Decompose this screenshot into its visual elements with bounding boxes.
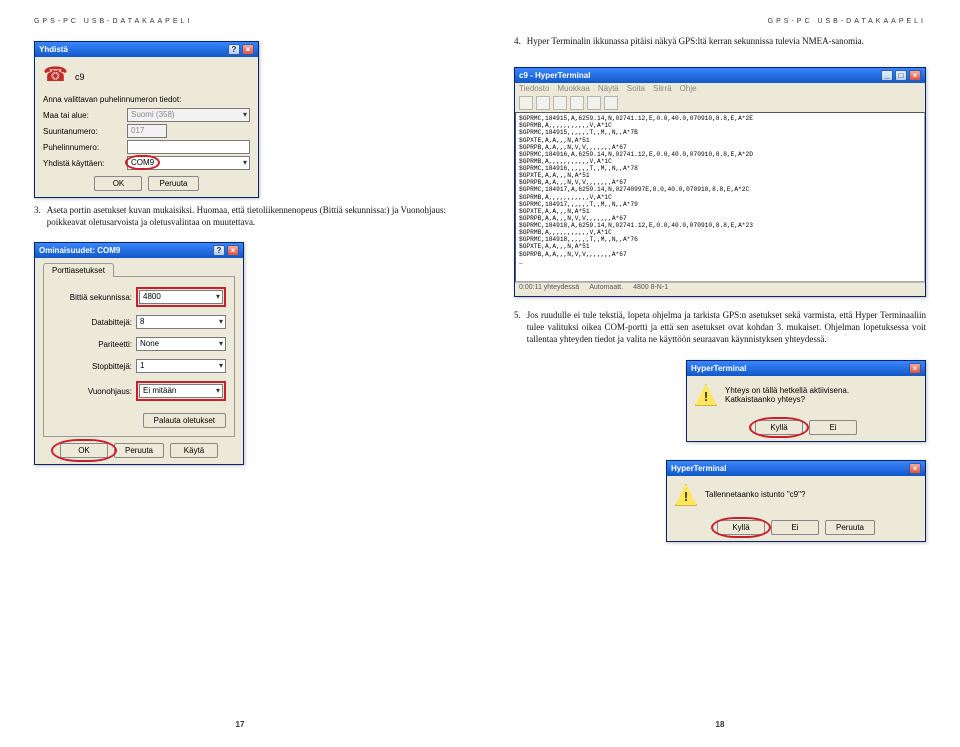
page-right: GPS-PC USB-DATAKAAPELI 4. Hyper Terminal… (480, 0, 960, 747)
dialog-save-session: HyperTerminal × Tallennetaanko istunto "… (666, 460, 926, 542)
label-stopbits: Stopbittejä: (52, 362, 132, 371)
titlebar-ht-title: c9 - HyperTerminal (519, 71, 590, 80)
ok-button[interactable]: OK (60, 443, 108, 458)
label-bps: Bittiä sekunnissa: (52, 293, 132, 302)
list-item-4: 4. Hyper Terminalin ikkunassa pitäisi nä… (514, 35, 926, 47)
titlebar-prop-title: Ominaisuudet: COM9 (39, 246, 120, 255)
titlebar-msg1[interactable]: HyperTerminal × (687, 361, 925, 376)
header-right: GPS-PC USB-DATAKAAPELI (514, 18, 926, 25)
menu-item[interactable]: Muokkaa (557, 84, 589, 93)
tool-call-icon[interactable] (553, 96, 567, 110)
close-icon[interactable]: × (909, 70, 921, 81)
minimize-icon[interactable]: _ (881, 70, 893, 81)
list-item-3: 3. Aseta portin asetukset kuvan mukaisik… (34, 204, 446, 228)
select-databits[interactable]: 8 (136, 315, 226, 329)
page-number-left: 17 (0, 720, 480, 729)
connect-subtitle: Anna valittavan puhelinnumeron tiedot: (43, 95, 250, 104)
label-parity: Pariteetti: (52, 340, 132, 349)
input-phone[interactable] (127, 140, 250, 154)
maximize-icon[interactable]: □ (895, 70, 907, 81)
msg1-title: HyperTerminal (691, 364, 746, 373)
help-icon[interactable]: ? (213, 245, 225, 256)
select-country[interactable]: Suomi (358) (127, 108, 250, 122)
status-detect: Automaatt. (589, 284, 623, 291)
list-num-4: 4. (514, 35, 521, 47)
list-text-4: Hyper Terminalin ikkunassa pitäisi näkyä… (527, 35, 926, 47)
titlebar-hyperterminal[interactable]: c9 - HyperTerminal _ □ × (515, 68, 925, 83)
select-parity[interactable]: None (136, 337, 226, 351)
cancel-button[interactable]: Peruuta (114, 443, 164, 458)
select-bps[interactable]: 4800 (139, 290, 223, 304)
header-left: GPS-PC USB-DATAKAAPELI (34, 18, 446, 25)
tool-props-icon[interactable] (604, 96, 618, 110)
menu-item[interactable]: Soita (627, 84, 645, 93)
label-databits: Databittejä: (52, 318, 132, 327)
dialog-connect: Yhdistä ? × c9 Anna valittavan puhelinnu… (34, 41, 259, 198)
menu-item[interactable]: Ohje (680, 84, 697, 93)
no-button[interactable]: Ei (809, 420, 857, 435)
statusbar: 0:00:11 yhteydessä Automaatt. 4800 8-N-1 (515, 282, 925, 292)
menu-item[interactable]: Tiedosto (519, 84, 549, 93)
label-flowcontrol: Vuonohjaus: (52, 387, 132, 396)
tool-new-icon[interactable] (519, 96, 533, 110)
yes-button[interactable]: Kyllä (717, 520, 765, 535)
menu-item[interactable]: Näytä (598, 84, 619, 93)
titlebar-connect[interactable]: Yhdistä ? × (35, 42, 258, 57)
list-text-3: Aseta portin asetukset kuvan mukaisiksi.… (47, 204, 446, 228)
dialog-disconnect-confirm: HyperTerminal × Yhteys on tällä hetkellä… (686, 360, 926, 442)
tool-open-icon[interactable] (536, 96, 550, 110)
com-port-circled: COM9 (131, 158, 154, 167)
label-phone: Puhelinnumero: (43, 143, 123, 152)
toolbar (515, 94, 925, 112)
close-icon[interactable]: × (227, 245, 239, 256)
input-areacode[interactable]: 017 (127, 124, 167, 138)
yes-button[interactable]: Kyllä (755, 420, 803, 435)
close-icon[interactable]: × (909, 463, 921, 474)
ok-button[interactable]: OK (94, 176, 142, 191)
warning-icon (675, 484, 697, 506)
label-connectusing: Yhdistä käyttäen: (43, 159, 123, 168)
status-params: 4800 8-N-1 (633, 284, 668, 291)
no-button[interactable]: Ei (771, 520, 819, 535)
list-num-5: 5. (514, 309, 521, 345)
apply-button[interactable]: Käytä (170, 443, 218, 458)
close-icon[interactable]: × (242, 44, 254, 55)
terminal-output: $GPRMC,184915,A,6259.14,N,02741.12,E,0.0… (515, 112, 925, 282)
label-areacode: Suuntanumero: (43, 127, 123, 136)
tab-port-settings[interactable]: Porttiasetukset (43, 263, 114, 277)
status-connection: 0:00:11 yhteydessä (519, 284, 579, 291)
titlebar-title: Yhdistä (39, 45, 68, 54)
select-connectusing[interactable]: COM9 (127, 156, 250, 170)
help-icon[interactable]: ? (228, 44, 240, 55)
cancel-button[interactable]: Peruuta (148, 176, 198, 191)
titlebar-msg2[interactable]: HyperTerminal × (667, 461, 925, 476)
titlebar-properties[interactable]: Ominaisuudet: COM9 ? × (35, 243, 243, 258)
close-icon[interactable]: × (909, 363, 921, 374)
msg1-line1: Yhteys on tällä hetkellä aktiivisena. (725, 386, 917, 395)
menubar[interactable]: Tiedosto Muokkaa Näytä Soita Siirrä Ohje (515, 83, 925, 94)
tool-send-icon[interactable] (587, 96, 601, 110)
cancel-button[interactable]: Peruuta (825, 520, 875, 535)
restore-defaults-button[interactable]: Palauta oletukset (143, 413, 226, 428)
select-flowcontrol[interactable]: Ei mitään (139, 384, 223, 398)
window-hyperterminal: c9 - HyperTerminal _ □ × Tiedosto Muokka… (514, 67, 926, 297)
select-stopbits[interactable]: 1 (136, 359, 226, 373)
list-num-3: 3. (34, 204, 41, 228)
menu-item[interactable]: Siirrä (653, 84, 672, 93)
page-left: GPS-PC USB-DATAKAAPELI Yhdistä ? × c9 An… (0, 0, 480, 747)
list-item-5: 5. Jos ruudulle ei tule tekstiä, lopeta … (514, 309, 926, 345)
label-country: Maa tai alue: (43, 111, 123, 120)
msg1-line2: Katkaistaanko yhteys? (725, 395, 917, 404)
warning-icon (695, 384, 717, 406)
page-number-right: 18 (480, 720, 960, 729)
msg2-line1: Tallennetaanko istunto "c9"? (705, 490, 917, 499)
tool-hangup-icon[interactable] (570, 96, 584, 110)
dialog-com-properties: Ominaisuudet: COM9 ? × Porttiasetukset B… (34, 242, 244, 465)
phone-icon (43, 65, 67, 89)
session-name: c9 (75, 72, 85, 82)
list-text-5: Jos ruudulle ei tule tekstiä, lopeta ohj… (527, 309, 926, 345)
msg2-title: HyperTerminal (671, 464, 726, 473)
